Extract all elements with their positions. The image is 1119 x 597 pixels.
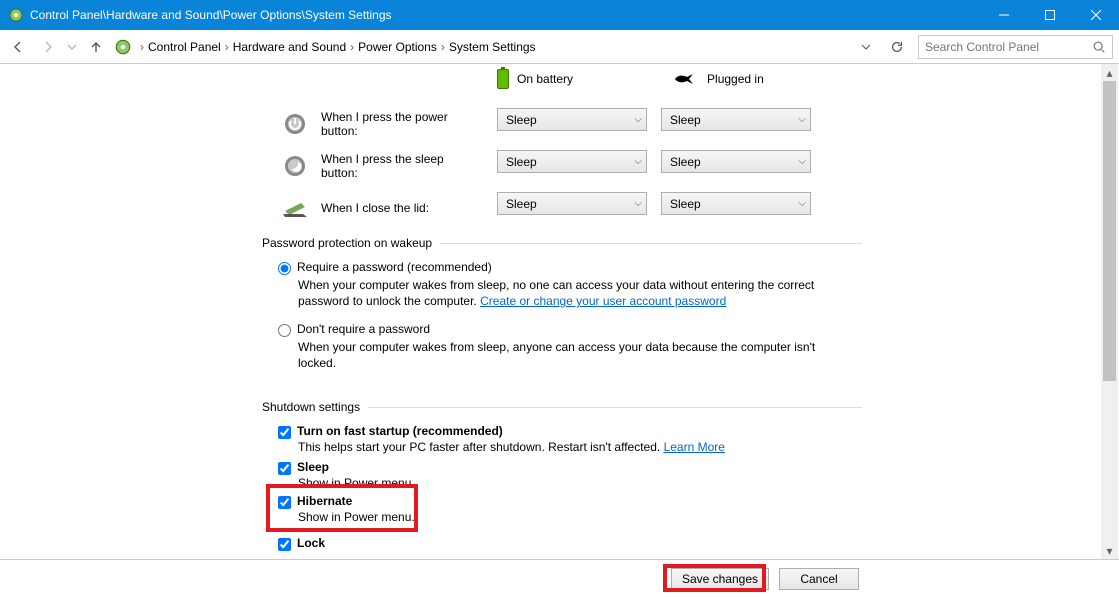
recent-locations-button[interactable]	[66, 35, 78, 59]
plugged-column-label: Plugged in	[707, 72, 764, 86]
plug-icon	[673, 71, 699, 87]
footer: Save changes Cancel	[0, 559, 1119, 597]
breadcrumb-item[interactable]: System Settings	[449, 40, 536, 54]
fast-startup-desc: This helps start your PC faster after sh…	[298, 440, 660, 454]
sleep-button-row: When I press the sleep button:	[281, 150, 481, 182]
minimize-button[interactable]	[981, 0, 1027, 30]
power-button-row: When I press the power button:	[281, 108, 481, 140]
lock-label: Lock	[297, 536, 325, 550]
close-lid-plugged-select[interactable]: Sleep⌵	[661, 192, 811, 215]
maximize-button[interactable]	[1027, 0, 1073, 30]
scroll-up-button[interactable]: ▴	[1101, 64, 1118, 81]
control-panel-small-icon	[114, 38, 132, 56]
close-button[interactable]	[1073, 0, 1119, 30]
sleep-button-label: When I press the sleep button:	[321, 152, 481, 180]
chevron-down-icon: ⌵	[798, 198, 806, 209]
sleep-label: Sleep	[297, 460, 329, 474]
power-button-plugged-select[interactable]: Sleep⌵	[661, 108, 811, 131]
learn-more-link[interactable]: Learn More	[664, 440, 725, 454]
refresh-button[interactable]	[886, 40, 908, 54]
vertical-scrollbar[interactable]: ▴ ▾	[1101, 64, 1118, 559]
chevron-down-icon: ⌵	[634, 156, 642, 167]
search-icon	[1092, 40, 1106, 54]
sleep-icon	[281, 152, 309, 180]
hibernate-checkbox[interactable]	[278, 496, 291, 509]
fast-startup-option: Turn on fast startup (recommended) This …	[278, 424, 838, 455]
titlebar: Control Panel\Hardware and Sound\Power O…	[0, 0, 1119, 30]
close-lid-label: When I close the lid:	[321, 201, 481, 215]
chevron-down-icon: ⌵	[634, 114, 642, 125]
breadcrumb-history-button[interactable]	[852, 42, 880, 52]
column-headers: On battery Plugged in	[497, 69, 764, 89]
close-lid-battery-select[interactable]: Sleep⌵	[497, 192, 647, 215]
breadcrumb-item[interactable]: Control Panel	[148, 40, 221, 54]
sleep-button-plugged-select[interactable]: Sleep⌵	[661, 150, 811, 173]
chevron-down-icon: ⌵	[798, 114, 806, 125]
dont-require-password-desc: When your computer wakes from sleep, any…	[298, 339, 838, 371]
close-lid-row: When I close the lid:	[281, 192, 481, 224]
sleep-option: Sleep Show in Power menu.	[278, 460, 838, 491]
breadcrumb-item[interactable]: Power Options	[358, 40, 437, 54]
control-panel-icon	[8, 7, 24, 23]
power-button-label: When I press the power button:	[321, 110, 481, 138]
scroll-thumb[interactable]	[1103, 81, 1116, 381]
battery-icon	[497, 69, 509, 89]
chevron-down-icon: ⌵	[798, 156, 806, 167]
require-password-option: Require a password (recommended) When yo…	[278, 260, 838, 309]
save-changes-button[interactable]: Save changes	[671, 568, 769, 590]
require-password-radio[interactable]	[278, 262, 291, 275]
battery-column-label: On battery	[517, 72, 573, 86]
search-box[interactable]	[918, 35, 1113, 59]
change-password-link[interactable]: Create or change your user account passw…	[480, 294, 726, 308]
sleep-desc: Show in Power menu.	[298, 475, 838, 491]
dont-require-password-label: Don't require a password	[297, 322, 430, 336]
breadcrumb[interactable]: › Control Panel › Hardware and Sound › P…	[138, 40, 846, 54]
sleep-checkbox[interactable]	[278, 462, 291, 475]
dont-require-password-option: Don't require a password When your compu…	[278, 322, 838, 371]
dont-require-password-radio[interactable]	[278, 324, 291, 337]
sleep-button-battery-select[interactable]: Sleep⌵	[497, 150, 647, 173]
breadcrumb-item[interactable]: Hardware and Sound	[233, 40, 346, 54]
search-input[interactable]	[925, 40, 1092, 54]
navbar: › Control Panel › Hardware and Sound › P…	[0, 30, 1119, 64]
shutdown-section-title: Shutdown settings	[262, 400, 862, 414]
fast-startup-checkbox[interactable]	[278, 426, 291, 439]
scroll-down-button[interactable]: ▾	[1101, 542, 1118, 559]
fast-startup-label: Turn on fast startup (recommended)	[297, 424, 503, 438]
hibernate-label: Hibernate	[297, 494, 352, 508]
laptop-lid-icon	[281, 194, 309, 222]
require-password-label: Require a password (recommended)	[297, 260, 492, 274]
power-icon	[281, 110, 309, 138]
window-title: Control Panel\Hardware and Sound\Power O…	[30, 8, 981, 22]
up-button[interactable]	[84, 35, 108, 59]
back-button[interactable]	[6, 35, 30, 59]
hibernate-desc: Show in Power menu.	[298, 509, 838, 525]
chevron-down-icon: ⌵	[634, 198, 642, 209]
forward-button[interactable]	[36, 35, 60, 59]
hibernate-option: Hibernate Show in Power menu.	[278, 494, 838, 525]
lock-checkbox[interactable]	[278, 538, 291, 551]
power-button-battery-select[interactable]: Sleep⌵	[497, 108, 647, 131]
lock-option: Lock	[278, 536, 838, 551]
password-section-title: Password protection on wakeup	[262, 236, 862, 250]
cancel-button[interactable]: Cancel	[779, 568, 859, 590]
